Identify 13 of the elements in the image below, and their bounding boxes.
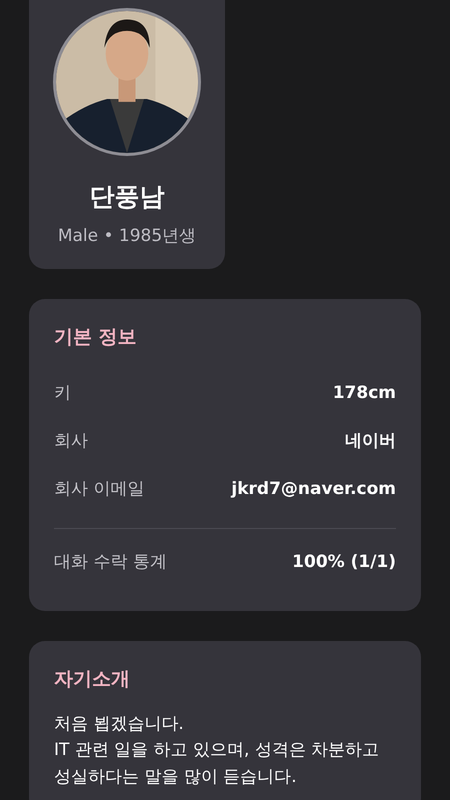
field-value: 100% (1/1)	[292, 550, 396, 574]
intro-text: 처음 뵙겠습니다. IT 관련 일을 하고 있으며, 성격은 차분하고 성실하다는 말을 많이 듣습니다.	[54, 713, 380, 789]
profile-name: 단풍남	[90, 181, 164, 213]
profile-subtitle: Male • 1985년생	[58, 224, 196, 248]
field-value: jkrd7@naver.com	[231, 478, 396, 501]
field-label: 회사	[54, 430, 88, 453]
section-title: 자기소개	[54, 666, 131, 692]
field-label: 키	[54, 382, 71, 405]
field-label: 회사 이메일	[54, 478, 144, 501]
section-title: 기본 정보	[54, 325, 138, 350]
field-value: 178cm	[332, 382, 396, 405]
field-value: 네이버	[345, 430, 396, 453]
field-label: 대화 수락 통계	[54, 550, 167, 574]
